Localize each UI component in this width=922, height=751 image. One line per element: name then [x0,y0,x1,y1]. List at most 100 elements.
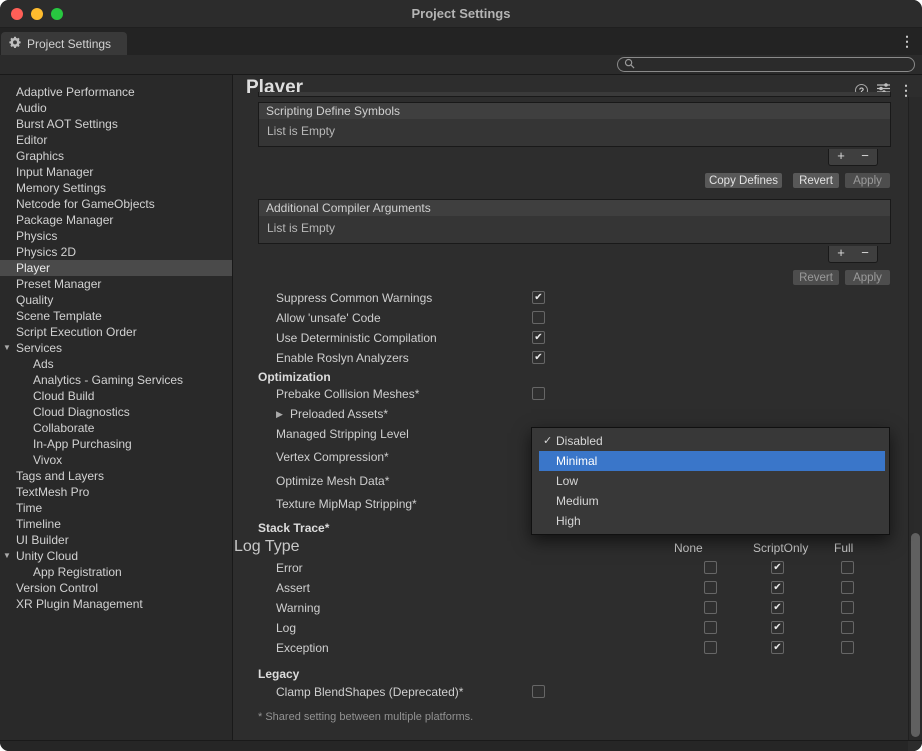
sidebar-item-ads[interactable]: Ads [0,356,232,372]
sidebar-item-services[interactable]: ▼Services [0,340,232,356]
sidebar-item-vivox[interactable]: Vivox [0,452,232,468]
sidebar-item-textmesh-pro[interactable]: TextMesh Pro [0,484,232,500]
setting-label: Prebake Collision Meshes* [276,387,419,401]
checkbox[interactable] [841,621,854,634]
sidebar-item-physics[interactable]: Physics [0,228,232,244]
revert-button[interactable]: Revert [792,172,840,189]
checkbox[interactable] [704,601,717,614]
foldout-expanded-icon[interactable]: ▼ [3,340,11,356]
minimize-button[interactable] [31,8,43,20]
sidebar-item-audio[interactable]: Audio [0,100,232,116]
sidebar-item-label: Unity Cloud [16,549,78,563]
sidebar-item-time[interactable]: Time [0,500,232,516]
checkbox[interactable] [704,581,717,594]
checkbox[interactable]: ✔ [771,641,784,654]
sidebar-item-input-manager[interactable]: Input Manager [0,164,232,180]
dropdown-option-medium[interactable]: Medium [539,491,885,511]
sidebar-item-netcode-for-gameobjects[interactable]: Netcode for GameObjects [0,196,232,212]
dropdown-option-low[interactable]: Low [539,471,885,491]
checkbox[interactable]: ✔ [771,561,784,574]
copy-defines-button[interactable]: Copy Defines [704,172,783,189]
search-field[interactable] [617,57,915,72]
sidebar-item-scene-template[interactable]: Scene Template [0,308,232,324]
remove-button[interactable]: − [853,246,877,262]
checkbox[interactable] [841,561,854,574]
dropdown-option-high[interactable]: High [539,511,885,531]
checkbox[interactable]: ✔ [532,291,545,304]
checkbox[interactable] [704,621,717,634]
sidebar-item-label: Collaborate [33,421,94,435]
add-button[interactable]: + [829,246,853,262]
sidebar-item-timeline[interactable]: Timeline [0,516,232,532]
sidebar-item-collaborate[interactable]: Collaborate [0,420,232,436]
empty-list-label: List is Empty [267,221,335,235]
checkbox[interactable]: ✔ [532,331,545,344]
checkbox[interactable] [532,685,545,698]
stacktrace-row-label: Exception [276,641,329,655]
checkbox[interactable]: ✔ [771,581,784,594]
sidebar-item-package-manager[interactable]: Package Manager [0,212,232,228]
revert-button[interactable]: Revert [792,269,840,286]
sidebar-item-label: Time [16,501,42,515]
checkbox[interactable] [841,601,854,614]
sidebar-item-in-app-purchasing[interactable]: In-App Purchasing [0,436,232,452]
scrollbar-thumb[interactable] [911,533,920,737]
sidebar-item-burst-aot-settings[interactable]: Burst AOT Settings [0,116,232,132]
checkbox[interactable]: ✔ [771,621,784,634]
panel-menu-icon[interactable]: ⋮ [899,83,913,97]
scripting-define-symbols-list: List is Empty [258,119,891,147]
sidebar-item-memory-settings[interactable]: Memory Settings [0,180,232,196]
sidebar-item-player[interactable]: Player [0,260,232,276]
checkbox[interactable] [841,581,854,594]
foldout-collapsed-icon[interactable]: ▶ [276,409,283,420]
checkbox[interactable]: ✔ [771,601,784,614]
sidebar-item-xr-plugin-management[interactable]: XR Plugin Management [0,596,232,612]
sidebar-item-editor[interactable]: Editor [0,132,232,148]
stacktrace-rows: Error✔Assert✔Warning✔Log✔Exception✔ [234,558,902,658]
checkbox[interactable] [532,387,545,400]
sidebar-item-ui-builder[interactable]: UI Builder [0,532,232,548]
zoom-button[interactable] [51,8,63,20]
checkbox[interactable] [704,561,717,574]
tab-project-settings[interactable]: Project Settings [1,32,127,55]
stacktrace-row-log: Log✔ [234,618,902,638]
dropdown-option-minimal[interactable]: Minimal [539,451,885,471]
setting-row-allow-unsafe-code: Allow 'unsafe' Code [234,308,902,328]
sidebar-item-physics-2d[interactable]: Physics 2D [0,244,232,260]
setting-label: Use Deterministic Compilation [276,331,437,345]
add-button[interactable]: + [829,149,853,165]
checkbox[interactable] [704,641,717,654]
sidebar-item-graphics[interactable]: Graphics [0,148,232,164]
sidebar-item-unity-cloud[interactable]: ▼ Unity Cloud [0,548,232,564]
sidebar-item-tags-and-layers[interactable]: Tags and Layers [0,468,232,484]
log-type-row: Log Type NoneScriptOnlyFull [234,538,902,558]
search-input[interactable] [639,58,908,71]
sidebar-item-analytics-gaming-services[interactable]: Analytics - Gaming Services [0,372,232,388]
stacktrace-columns: NoneScriptOnlyFull [234,538,902,558]
sidebar-item-adaptive-performance[interactable]: Adaptive Performance [0,84,232,100]
tab-bar: Project Settings ⋮ [0,28,922,55]
checkbox[interactable] [841,641,854,654]
apply-button[interactable]: Apply [844,269,891,286]
stacktrace-row-error: Error✔ [234,558,902,578]
sidebar-item-app-registration[interactable]: App Registration [0,564,232,580]
selected-check-icon: ✓ [543,431,556,451]
additional-compiler-arguments-list: List is Empty [258,216,891,244]
apply-button[interactable]: Apply [844,172,891,189]
sidebar-item-label: Audio [16,101,47,115]
checkbox[interactable] [532,311,545,324]
sidebar-item-quality[interactable]: Quality [0,292,232,308]
partial-field [258,92,891,97]
sidebar-item-script-execution-order[interactable]: Script Execution Order [0,324,232,340]
remove-button[interactable]: − [853,149,877,165]
sidebar-item-cloud-diagnostics[interactable]: Cloud Diagnostics [0,404,232,420]
sidebar-item-preset-manager[interactable]: Preset Manager [0,276,232,292]
close-button[interactable] [11,8,23,20]
sidebar-item-version-control[interactable]: Version Control [0,580,232,596]
checkbox[interactable]: ✔ [532,351,545,364]
empty-list-label: List is Empty [267,124,335,138]
foldout-expanded-icon[interactable]: ▼ [3,548,11,564]
tab-menu-icon[interactable]: ⋮ [900,34,914,48]
sidebar-item-cloud-build[interactable]: Cloud Build [0,388,232,404]
dropdown-option-disabled[interactable]: ✓Disabled [539,431,885,451]
